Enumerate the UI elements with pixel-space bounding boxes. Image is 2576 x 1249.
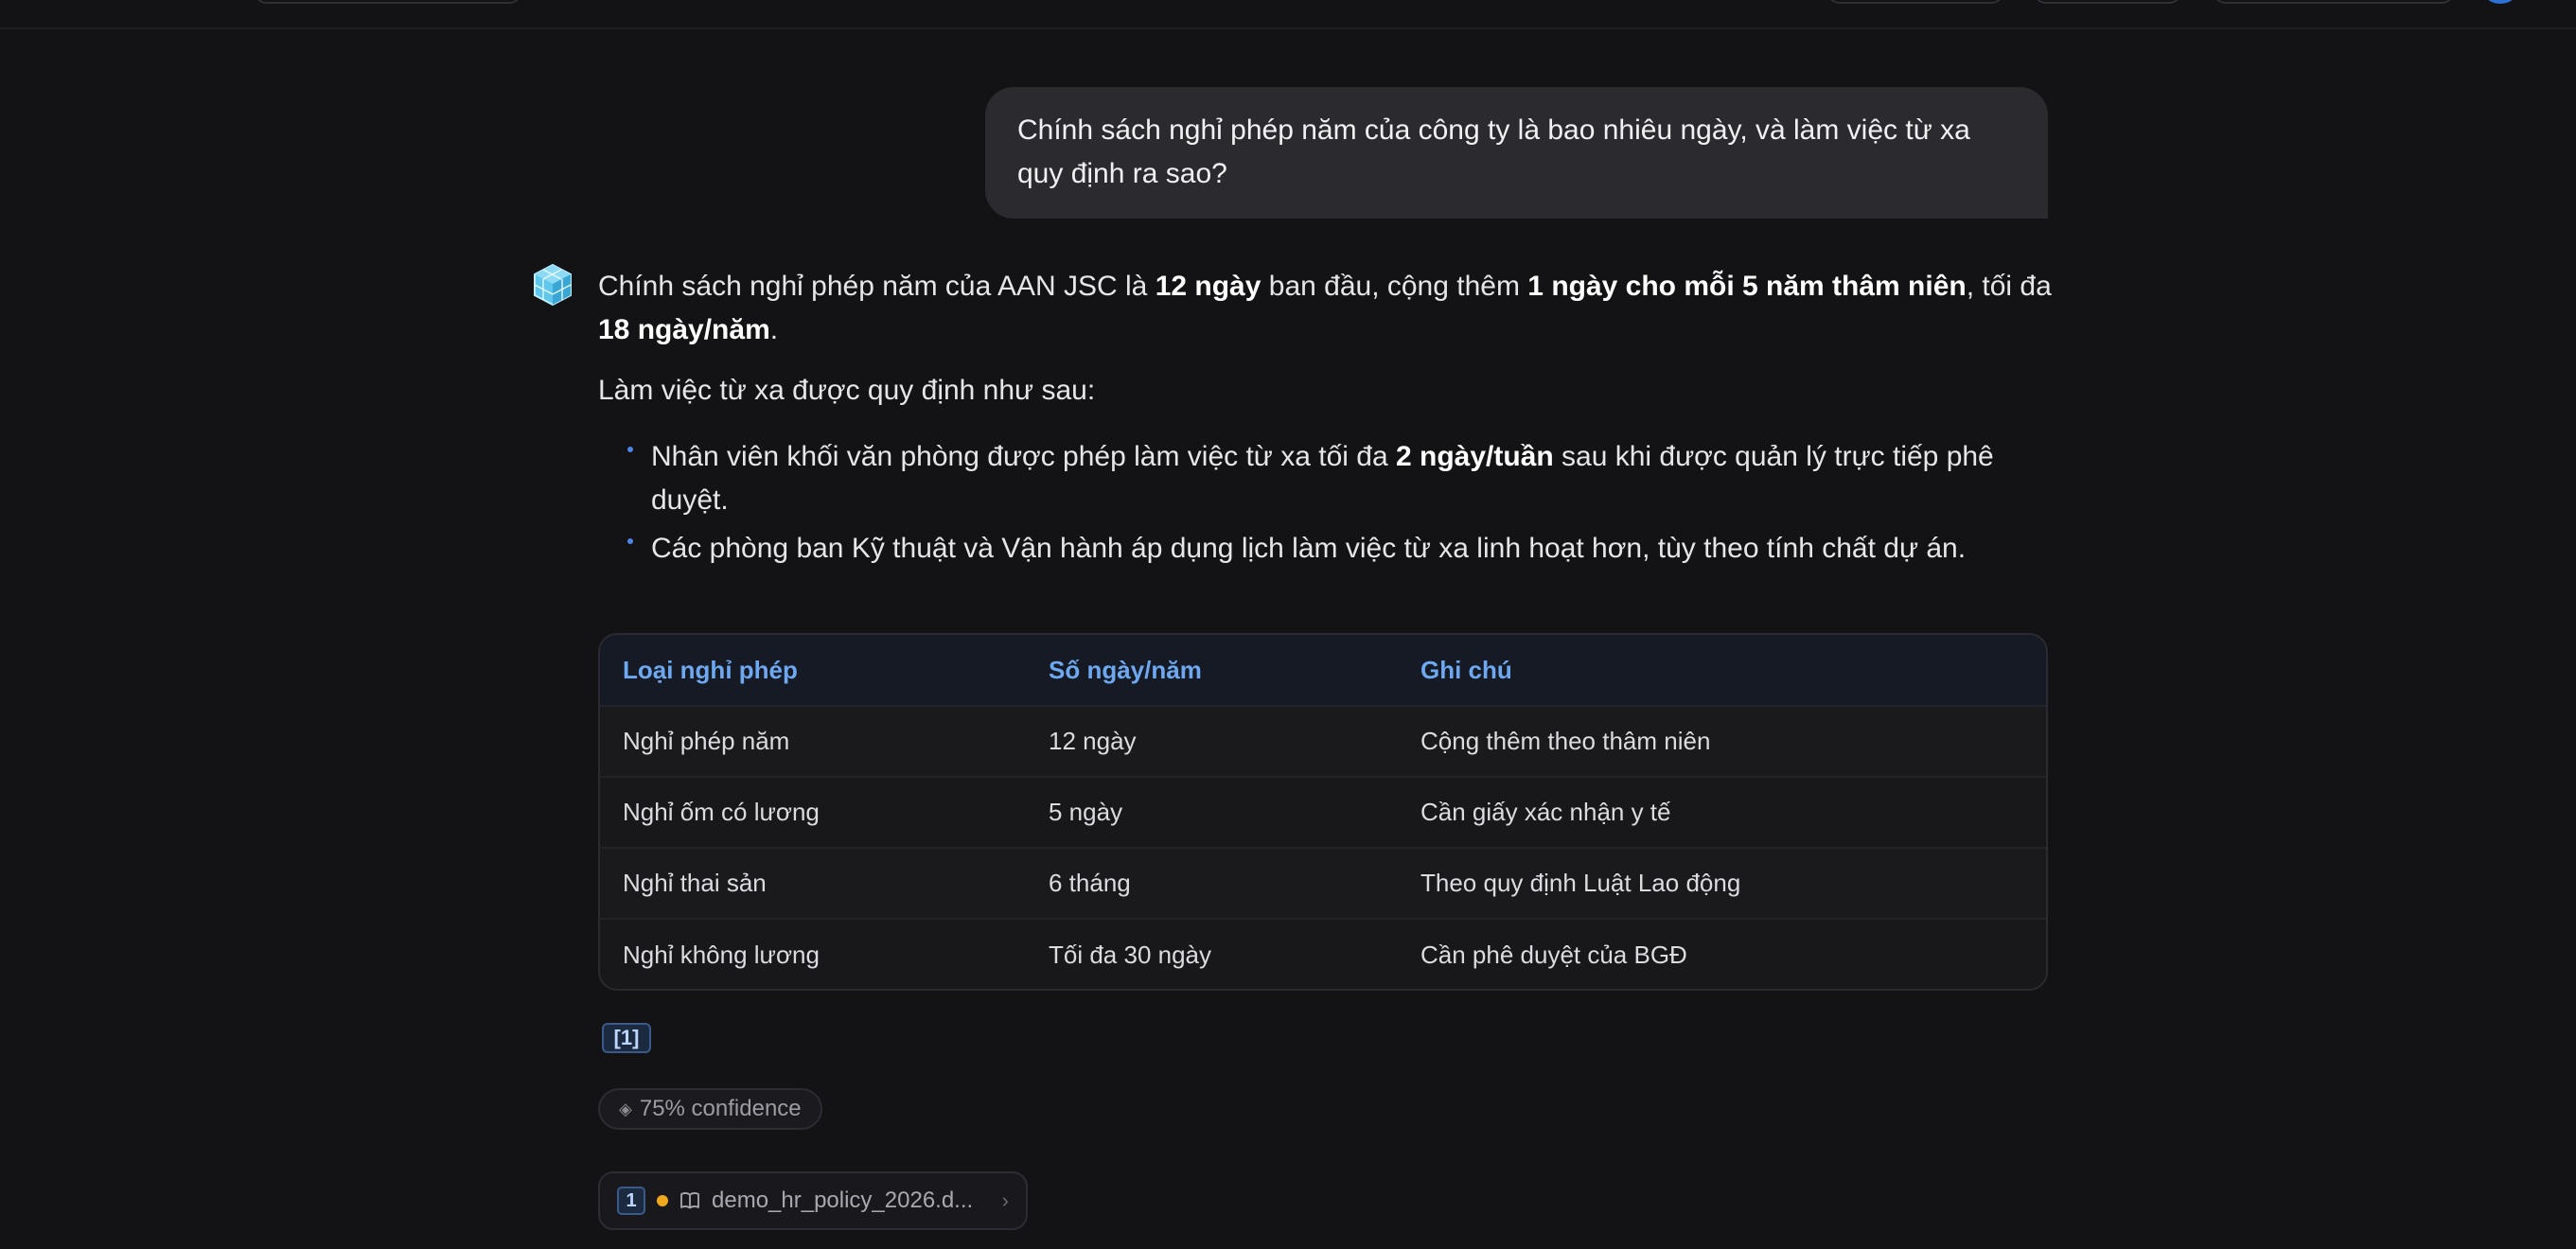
confidence-text: 75% confidence [639,1096,802,1121]
answer-bullet-item: Các phòng ban Kỹ thuật và Vận hành áp dụ… [598,527,2056,571]
answer-paragraph-remote: Làm việc từ xa được quy định như sau: [598,375,1096,406]
source-file-name: demo_hr_policy_2026.d... [712,1187,974,1213]
answer-bullet-list: Nhân viên khối văn phòng được phép làm v… [598,435,2056,571]
assistant-cube-icon [534,263,572,307]
table-header-cell: Ghi chú [1420,655,1512,684]
table-row: Nghỉ phép năm 12 ngày Cộng thêm theo thâ… [600,707,2046,778]
table-cell: Cộng thêm theo thâm niên [1420,727,1711,755]
answer-bold: 18 ngày/năm [598,314,770,345]
source-number-badge: 1 [617,1187,645,1215]
table-header-cell: Loại nghỉ phép [623,655,798,684]
book-icon [680,1192,699,1209]
diamond-icon: ◈ [619,1099,632,1118]
answer-text: ban đầu, cộng thêm [1261,271,1528,302]
top-action-pill-2[interactable] [2033,0,2182,4]
table-cell: Theo quy định Luật Lao động [1420,869,1741,897]
table-body: Nghỉ phép năm 12 ngày Cộng thêm theo thâ… [600,707,2046,989]
top-search-pill[interactable] [254,0,522,4]
table-cell: Nghỉ phép năm [623,727,790,755]
answer-bullet-item: Nhân viên khối văn phòng được phép làm v… [598,435,2056,522]
top-bar [0,0,2576,29]
citation-badge[interactable]: [1] [602,1023,651,1053]
table-header-cell: Số ngày/năm [1049,655,1202,684]
table-row: Nghỉ thai sản 6 tháng Theo quy định Luật… [600,849,2046,920]
table-cell: Cần giấy xác nhận y tế [1420,798,1671,826]
confidence-badge: ◈ 75% confidence [598,1088,822,1130]
answer-bold: 1 ngày cho mỗi 5 năm thâm niên [1527,271,1967,302]
table-row: Nghỉ không lương Tối đa 30 ngày Cần phê … [600,920,2046,989]
chevron-right-icon: › [1001,1188,1009,1212]
table-cell: 12 ngày [1049,727,1137,755]
user-message-bubble: Chính sách nghỉ phép năm của công ty là … [985,87,2048,219]
leave-table: Loại nghỉ phép Số ngày/năm Ghi chú Nghỉ … [598,633,2048,991]
answer-text: Nhân viên khối văn phòng được phép làm v… [651,441,1396,472]
answer-text: . [769,314,779,345]
table-cell: Nghỉ không lương [623,941,820,969]
table-cell: Cần phê duyệt của BGĐ [1420,941,1687,969]
top-action-pill-3[interactable] [2213,0,2455,4]
answer-text: , tối đa [1966,271,2052,302]
table-cell: 6 tháng [1049,869,1131,897]
table-cell: 5 ngày [1049,798,1123,826]
table-cell: Nghỉ ốm có lương [623,798,820,826]
user-message-text: Chính sách nghỉ phép năm của công ty là … [1017,114,1970,189]
top-action-pill-1[interactable] [1826,0,2004,4]
answer-bold: 2 ngày/tuần [1395,441,1554,472]
table-cell: Nghỉ thai sản [623,869,767,897]
table-cell: Tối đa 30 ngày [1049,941,1212,969]
answer-text: Chính sách nghỉ phép năm của AAN JSC là [598,271,1156,302]
source-status-dot [657,1195,668,1206]
table-header-row: Loại nghỉ phép Số ngày/năm Ghi chú [600,635,2046,707]
answer-paragraph-leave: Chính sách nghỉ phép năm của AAN JSC là … [598,265,2056,352]
assistant-answer: Chính sách nghỉ phép năm của AAN JSC là … [598,265,2056,575]
answer-bold: 12 ngày [1155,271,1262,302]
avatar[interactable] [2479,0,2521,4]
chat-page: Chính sách nghỉ phép năm của công ty là … [0,0,2576,1249]
source-chip[interactable]: 1 demo_hr_policy_2026.d... › [598,1171,1028,1230]
table-row: Nghỉ ốm có lương 5 ngày Cần giấy xác nhậ… [600,778,2046,849]
